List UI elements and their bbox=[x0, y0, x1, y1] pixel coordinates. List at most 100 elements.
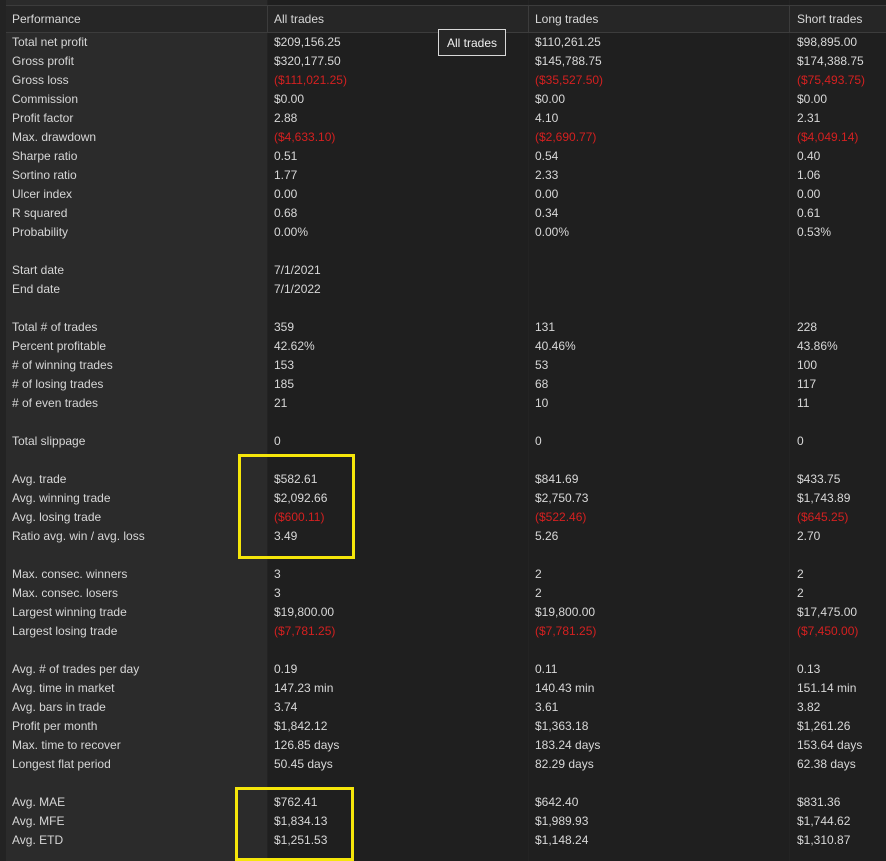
cell-all-trades: 126.85 days bbox=[274, 738, 340, 752]
table-row[interactable]: Start date 7/1/2021 bbox=[0, 261, 886, 280]
row-label: Probability bbox=[12, 225, 69, 239]
table-row[interactable] bbox=[0, 299, 886, 318]
cell-long-trades: $642.40 bbox=[535, 795, 579, 809]
cell-all-trades: $320,177.50 bbox=[274, 54, 341, 68]
table-row[interactable]: Sortino ratio 1.77 2.33 1.06 bbox=[0, 166, 886, 185]
row-label: Total slippage bbox=[12, 434, 86, 448]
table-row[interactable] bbox=[0, 242, 886, 261]
table-row[interactable]: Sharpe ratio 0.51 0.54 0.40 bbox=[0, 147, 886, 166]
table-row[interactable]: Commission $0.00 $0.00 $0.00 bbox=[0, 90, 886, 109]
cell-short-trades: $17,475.00 bbox=[797, 605, 858, 619]
table-row[interactable]: Avg. winning trade $2,092.66 $2,750.73 $1,7… bbox=[0, 489, 886, 508]
table-row[interactable] bbox=[0, 413, 886, 432]
cell-all-trades: 0.51 bbox=[274, 149, 298, 163]
cell-all-trades: $209,156.25 bbox=[274, 35, 341, 49]
table-row[interactable]: Longest flat period 50.45 days 82.29 days 6… bbox=[0, 755, 886, 774]
table-row[interactable]: Max. consec. winners 3 2 2 bbox=[0, 565, 886, 584]
cell-all-trades: 0.68 bbox=[274, 206, 298, 220]
table-row[interactable]: Largest winning trade $19,800.00 $19,800.0… bbox=[0, 603, 886, 622]
row-label: Avg. winning trade bbox=[12, 491, 111, 505]
highlight-box-avg-mae bbox=[235, 787, 354, 861]
cell-long-trades: $1,363.18 bbox=[535, 719, 589, 733]
row-label: Max. drawdown bbox=[12, 130, 97, 144]
table-row[interactable]: Max. consec. losers 3 2 2 bbox=[0, 584, 886, 603]
cell-short-trades: 0.00 bbox=[797, 187, 821, 201]
row-label: # of winning trades bbox=[12, 358, 113, 372]
row-label: Largest winning trade bbox=[12, 605, 127, 619]
cell-short-trades: 100 bbox=[797, 358, 818, 372]
row-label: Percent profitable bbox=[12, 339, 107, 353]
cell-long-trades: ($7,781.25) bbox=[535, 624, 597, 638]
cell-long-trades: $0.00 bbox=[535, 92, 566, 106]
cell-all-trades: 0.19 bbox=[274, 662, 298, 676]
cell-short-trades: 117 bbox=[797, 377, 817, 391]
table-row[interactable]: Avg. losing trade ($600.11) ($522.46) ($645… bbox=[0, 508, 886, 527]
header-all-trades[interactable]: All trades bbox=[274, 12, 324, 26]
row-label: Ratio avg. win / avg. loss bbox=[12, 529, 145, 543]
cell-long-trades: 3.61 bbox=[535, 700, 559, 714]
cell-all-trades: 3 bbox=[274, 567, 281, 581]
row-label: Profit factor bbox=[12, 111, 74, 125]
cell-short-trades: 62.38 days bbox=[797, 757, 856, 771]
table-row[interactable]: R squared 0.68 0.34 0.61 bbox=[0, 204, 886, 223]
table-row[interactable]: Avg. MAE $762.41 $642.40 $831.36 bbox=[0, 793, 886, 812]
cell-all-trades: 359 bbox=[274, 320, 295, 334]
row-label: Gross profit bbox=[12, 54, 75, 68]
table-row[interactable]: Avg. bars in trade 3.74 3.61 3.82 bbox=[0, 698, 886, 717]
cell-long-trades: $841.69 bbox=[535, 472, 579, 486]
row-label: Avg. losing trade bbox=[12, 510, 102, 524]
cell-short-trades: 2.31 bbox=[797, 111, 821, 125]
row-label: Total # of trades bbox=[12, 320, 98, 334]
table-row[interactable] bbox=[0, 641, 886, 660]
cell-long-trades: ($522.46) bbox=[535, 510, 587, 524]
table-row[interactable]: Profit factor 2.88 4.10 2.31 bbox=[0, 109, 886, 128]
table-row[interactable]: Avg. trade $582.61 $841.69 $433.75 bbox=[0, 470, 886, 489]
cell-short-trades: 0 bbox=[797, 434, 804, 448]
table-row[interactable]: Profit per month $1,842.12 $1,363.18 $1,261… bbox=[0, 717, 886, 736]
cell-short-trades: ($4,049.14) bbox=[797, 130, 859, 144]
cell-all-trades: 7/1/2022 bbox=[274, 282, 321, 296]
cell-short-trades: ($75,493.75) bbox=[797, 73, 866, 87]
top-border bbox=[6, 5, 886, 6]
table-row[interactable]: Ratio avg. win / avg. loss 3.49 5.26 2.70 bbox=[0, 527, 886, 546]
table-row[interactable]: Avg. ETD $1,251.53 $1,148.24 $1,310.87 bbox=[0, 831, 886, 850]
row-label: Commission bbox=[12, 92, 79, 106]
table-row[interactable]: End date 7/1/2022 bbox=[0, 280, 886, 299]
row-label: Gross loss bbox=[12, 73, 69, 87]
table-row[interactable]: Avg. MFE $1,834.13 $1,989.93 $1,744.62 bbox=[0, 812, 886, 831]
table-row[interactable] bbox=[0, 451, 886, 470]
table-row[interactable]: # of even trades 21 10 11 bbox=[0, 394, 886, 413]
table-row[interactable]: Max. time to recover 126.85 days 183.24 da… bbox=[0, 736, 886, 755]
row-label: Largest losing trade bbox=[12, 624, 118, 638]
cell-all-trades: 147.23 min bbox=[274, 681, 334, 695]
table-row[interactable]: Max. drawdown ($4,633.10) ($2,690.77) ($4,0… bbox=[0, 128, 886, 147]
table-row[interactable]: Total # of trades 359 131 228 bbox=[0, 318, 886, 337]
table-row[interactable]: Largest losing trade ($7,781.25) ($7,781.2… bbox=[0, 622, 886, 641]
header-long-trades[interactable]: Long trades bbox=[535, 12, 598, 26]
table-row[interactable]: Avg. time in market 147.23 min 140.43 min 1… bbox=[0, 679, 886, 698]
cell-all-trades: $19,800.00 bbox=[274, 605, 335, 619]
cell-all-trades: 50.45 days bbox=[274, 757, 333, 771]
cell-short-trades: 1.06 bbox=[797, 168, 821, 182]
row-label: Avg. bars in trade bbox=[12, 700, 106, 714]
table-row[interactable]: Percent profitable 42.62% 40.46% 43.86% bbox=[0, 337, 886, 356]
header-performance[interactable]: Performance bbox=[12, 12, 81, 26]
cell-all-trades: 0.00% bbox=[274, 225, 309, 239]
table-row[interactable]: Total slippage 0 0 0 bbox=[0, 432, 886, 451]
row-label: Start date bbox=[12, 263, 65, 277]
table-row[interactable] bbox=[0, 774, 886, 793]
table-row[interactable]: Probability 0.00% 0.00% 0.53% bbox=[0, 223, 886, 242]
header-short-trades[interactable]: Short trades bbox=[797, 12, 862, 26]
table-row[interactable] bbox=[0, 546, 886, 565]
table-row[interactable]: # of losing trades 185 68 117 bbox=[0, 375, 886, 394]
table-row[interactable]: # of winning trades 153 53 100 bbox=[0, 356, 886, 375]
table-row[interactable]: Ulcer index 0.00 0.00 0.00 bbox=[0, 185, 886, 204]
cell-all-trades: 21 bbox=[274, 396, 288, 410]
cell-long-trades: 0.11 bbox=[535, 662, 558, 676]
row-label: Avg. MAE bbox=[12, 795, 66, 809]
table-row[interactable]: Gross loss ($111,021.25) ($35,527.50) ($75,… bbox=[0, 71, 886, 90]
cell-short-trades: ($7,450.00) bbox=[797, 624, 859, 638]
cell-short-trades: 0.13 bbox=[797, 662, 821, 676]
header-divider bbox=[789, 5, 790, 32]
table-row[interactable]: Avg. # of trades per day 0.19 0.11 0.13 bbox=[0, 660, 886, 679]
